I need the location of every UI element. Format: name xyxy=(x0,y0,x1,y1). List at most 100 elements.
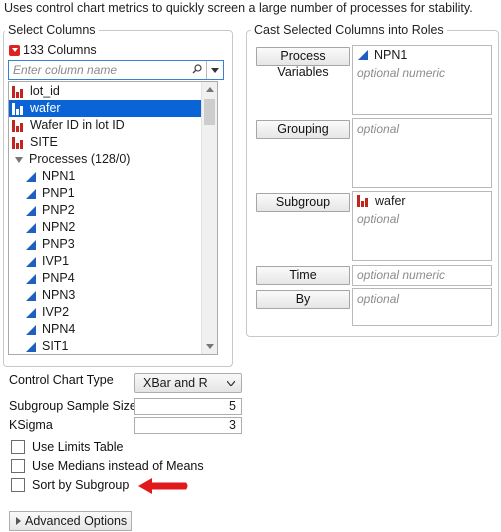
column-count-label: 133 Columns xyxy=(23,43,97,57)
search-options-dropdown[interactable] xyxy=(206,61,223,79)
column-list-item[interactable]: lot_id xyxy=(9,83,202,100)
time-dropzone[interactable]: optional numeric xyxy=(352,265,492,286)
red-triangle-menu-icon[interactable] xyxy=(9,44,20,56)
continuous-triangle-icon xyxy=(26,273,36,284)
continuous-triangle-icon xyxy=(26,188,36,199)
continuous-triangle-icon xyxy=(26,324,36,335)
column-list-item-label: SITE xyxy=(30,135,58,149)
column-list-item[interactable]: Processes (128/0) xyxy=(9,151,202,168)
continuous-triangle-icon xyxy=(358,50,368,60)
column-list-item-label: Wafer ID in lot ID xyxy=(30,118,125,132)
column-list-item-label: NPN3 xyxy=(42,288,76,302)
process-variables-hint: optional numeric xyxy=(357,66,446,80)
nominal-bar-icon xyxy=(357,195,370,207)
column-list-item-label: NPN4 xyxy=(42,322,76,336)
subgroup-item[interactable]: wafer xyxy=(375,194,406,208)
expand-triangle-icon[interactable] xyxy=(15,156,23,163)
column-list-item-label: IVP1 xyxy=(42,254,70,268)
subgroup-dropzone[interactable]: wafer optional xyxy=(352,191,492,261)
use-limits-table-checkbox[interactable]: Use Limits Table xyxy=(11,440,123,454)
column-list-item-label: PNP4 xyxy=(42,271,75,285)
column-list-item-label: Processes (128/0) xyxy=(29,152,131,166)
column-list-item[interactable]: SITE xyxy=(9,134,202,151)
ksigma-label: KSigma xyxy=(9,418,53,432)
column-list-item[interactable]: PNP1 xyxy=(9,185,202,202)
column-list-item-label: PNP3 xyxy=(42,237,75,251)
scroll-up-icon[interactable] xyxy=(202,82,217,97)
column-list-item[interactable]: NPN1 xyxy=(9,168,202,185)
grouping-hint: optional xyxy=(357,122,400,136)
sort-by-subgroup-label: Sort by Subgroup xyxy=(32,478,130,492)
process-variables-button[interactable]: Process Variables xyxy=(256,47,350,79)
continuous-triangle-icon xyxy=(26,222,36,233)
column-list-item-label: wafer xyxy=(30,101,61,115)
column-list-item[interactable]: PNP2 xyxy=(9,202,202,219)
column-list-item[interactable]: NPN3 xyxy=(9,287,202,304)
column-list-scrollbar[interactable] xyxy=(201,82,217,354)
use-medians-label: Use Medians instead of Means xyxy=(32,459,204,473)
subgroup-button[interactable]: Subgroup xyxy=(256,193,350,212)
advanced-options-button[interactable]: Advanced Options xyxy=(9,511,132,531)
checkbox-box[interactable] xyxy=(11,478,25,492)
column-list-item-label: PNP1 xyxy=(42,186,75,200)
continuous-triangle-icon xyxy=(26,256,36,267)
chevron-down-icon xyxy=(211,67,219,73)
column-list-item[interactable]: NPN2 xyxy=(9,219,202,236)
column-list-item[interactable]: wafer xyxy=(9,100,202,117)
process-variable-item[interactable]: NPN1 xyxy=(374,48,407,62)
time-button[interactable]: Time xyxy=(256,266,350,285)
chevron-down-icon xyxy=(226,378,241,388)
column-list-item[interactable]: IVP1 xyxy=(9,253,202,270)
checkbox-box[interactable] xyxy=(11,440,25,454)
scroll-down-icon[interactable] xyxy=(202,339,217,354)
continuous-triangle-icon xyxy=(26,341,36,352)
column-list-item-label: SIT1 xyxy=(42,339,69,353)
continuous-triangle-icon xyxy=(26,205,36,216)
continuous-triangle-icon xyxy=(26,290,36,301)
search-icon[interactable] xyxy=(188,63,206,77)
nominal-bar-icon xyxy=(12,119,25,132)
column-list-item-label: NPN1 xyxy=(42,169,76,183)
use-limits-table-label: Use Limits Table xyxy=(32,440,124,454)
checkbox-box[interactable] xyxy=(11,459,25,473)
continuous-triangle-icon xyxy=(26,171,36,182)
column-search-field[interactable]: Enter column name xyxy=(8,60,224,80)
control-chart-type-value: XBar and R xyxy=(143,376,208,390)
grouping-button[interactable]: Grouping xyxy=(256,120,350,139)
column-list-item[interactable]: SIT1 xyxy=(9,338,202,354)
select-columns-title: Select Columns xyxy=(5,23,99,37)
column-list-item[interactable]: PNP4 xyxy=(9,270,202,287)
sort-by-subgroup-checkbox[interactable]: Sort by Subgroup xyxy=(11,478,129,492)
disclosure-triangle-icon xyxy=(16,517,21,525)
column-list-item[interactable]: PNP3 xyxy=(9,236,202,253)
control-chart-type-select[interactable]: XBar and R xyxy=(134,373,242,393)
column-list-item-label: NPN2 xyxy=(42,220,76,234)
red-arrow-icon xyxy=(138,478,188,494)
ksigma-input[interactable]: 3 xyxy=(134,417,242,434)
by-button[interactable]: By xyxy=(256,290,350,309)
column-list[interactable]: lot_id wafer Wafer ID in lot ID SITE Process… xyxy=(8,81,218,355)
column-list-item[interactable]: Wafer ID in lot ID xyxy=(9,117,202,134)
scrollbar-thumb[interactable] xyxy=(204,99,215,125)
nominal-bar-icon xyxy=(12,102,25,115)
time-hint: optional numeric xyxy=(357,268,446,282)
continuous-triangle-icon xyxy=(26,239,36,250)
column-list-item[interactable]: IVP2 xyxy=(9,304,202,321)
column-count-row[interactable]: 133 Columns xyxy=(9,43,97,57)
column-search-input[interactable]: Enter column name xyxy=(9,63,188,77)
control-chart-type-label: Control Chart Type xyxy=(9,373,114,387)
cast-roles-title: Cast Selected Columns into Roles xyxy=(251,23,447,37)
continuous-triangle-icon xyxy=(26,307,36,318)
nominal-bar-icon xyxy=(12,85,25,98)
grouping-dropzone[interactable]: optional xyxy=(352,118,492,188)
process-variables-dropzone[interactable]: NPN1 optional numeric xyxy=(352,45,492,115)
by-hint: optional xyxy=(357,292,400,306)
subgroup-sample-size-input[interactable]: 5 xyxy=(134,398,242,415)
nominal-bar-icon xyxy=(12,136,25,149)
column-list-item[interactable]: NPN4 xyxy=(9,321,202,338)
by-dropzone[interactable]: optional xyxy=(352,288,492,326)
advanced-options-label: Advanced Options xyxy=(25,514,128,528)
column-list-item-label: PNP2 xyxy=(42,203,75,217)
use-medians-checkbox[interactable]: Use Medians instead of Means xyxy=(11,459,204,473)
column-list-item-label: IVP2 xyxy=(42,305,70,319)
